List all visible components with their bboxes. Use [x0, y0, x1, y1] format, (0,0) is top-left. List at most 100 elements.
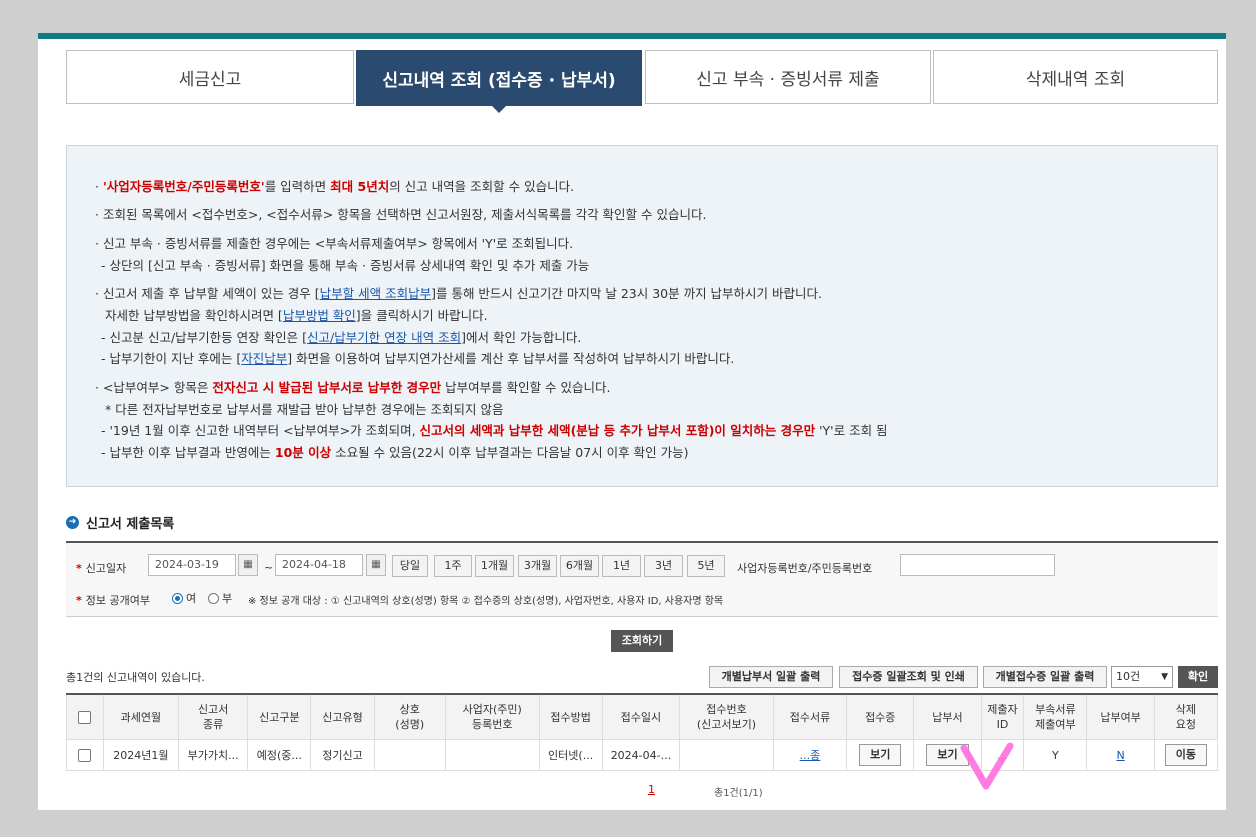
docs-link[interactable]: ...종	[800, 749, 821, 762]
tab-tax-filing[interactable]: 세금신고	[66, 50, 354, 104]
view-receipt-button[interactable]: 보기	[859, 744, 902, 766]
col-header: 제출자 ID	[980, 693, 1025, 740]
print-payment-button[interactable]: 개별납부서 일괄 출력	[709, 666, 833, 688]
section-title: ➜ 신고서 제출목록	[66, 513, 174, 532]
date-separator: ~	[264, 561, 274, 574]
tab-filing-history[interactable]: 신고내역 조회 (접수증 · 납부서)	[356, 50, 642, 113]
period-1y-button[interactable]: 1년	[602, 555, 641, 577]
disclose-yes-option[interactable]: 여	[172, 590, 196, 606]
search-panel: * 신고일자 2024-03-19 ▦ ~ 2024-04-18 ▦ 당일 1주 …	[66, 541, 1218, 617]
col-header: 납부서	[913, 693, 982, 740]
cell-receipt-no[interactable]	[679, 739, 774, 771]
cell-kind: 정기신고	[310, 739, 375, 771]
disclose-note: ※ 정보 공개 대상 : ① 신고내역의 상호(성명) 항목 ② 접수증의 상호…	[248, 596, 724, 607]
notice-line: · <납부여부> 항목은 전자신고 시 발급된 납부서로 납부한 경우만 납부여…	[95, 380, 611, 395]
col-header: 과세연월	[102, 693, 180, 740]
print-receipt-button[interactable]: 접수증 일괄조회 및 인쇄	[839, 666, 978, 688]
link-self-payment[interactable]: 자진납부	[241, 351, 287, 366]
header-checkbox-cell[interactable]	[66, 693, 104, 740]
col-header: 사업자(주민) 등록번호	[444, 693, 540, 740]
cell-paid[interactable]: N	[1086, 739, 1155, 771]
paid-status-link[interactable]: N	[1116, 749, 1124, 762]
cell-payment: 보기	[913, 739, 982, 771]
calendar-icon[interactable]: ▦	[366, 554, 386, 576]
result-count: 총1건의 신고내역이 있습니다.	[66, 671, 205, 684]
delete-move-button[interactable]: 이동	[1164, 744, 1207, 766]
link-extension-history[interactable]: 신고/납부기한 연장 내역 조회	[307, 330, 461, 345]
date-label: * 신고일자	[76, 562, 127, 575]
select-all-checkbox[interactable]	[78, 711, 92, 724]
cell-type: 부가가치...	[178, 739, 249, 771]
bizno-label: 사업자등록번호/주민등록번호	[737, 562, 873, 575]
cell-method: 인터넷(...	[538, 739, 603, 771]
notice-line: · 조회된 목록에서 <접수번호>, <접수서류> 항목을 선택하면 신고서원장…	[95, 207, 707, 222]
period-today-button[interactable]: 당일	[392, 555, 428, 577]
col-header: 신고구분	[247, 693, 312, 740]
disclose-no-option[interactable]: 부	[208, 590, 232, 606]
col-header: 신고유형	[310, 693, 375, 740]
cell-delete: 이동	[1153, 739, 1219, 771]
col-header: 삭제 요청	[1153, 693, 1219, 740]
notice-line: · 신고서 제출 후 납부할 세액이 있는 경우 [납부할 세액 조회납부]를 …	[95, 286, 823, 301]
cell-category: 예정(중...	[247, 739, 312, 771]
period-3m-button[interactable]: 3개월	[518, 555, 557, 577]
notice-line: - 상단의 [신고 부속 · 증빙서류] 화면을 통해 부속 · 증빙서류 상세…	[101, 258, 590, 273]
tab-deleted-history[interactable]: 삭제내역 조회	[933, 50, 1218, 104]
col-header: 신고서 종류	[178, 693, 249, 740]
disclose-label: * 정보 공개여부	[76, 594, 150, 607]
notice-box: · '사업자등록번호/주민등록번호'를 입력하면 최대 5년치의 신고 내역을 …	[66, 145, 1218, 487]
col-header: 접수번호 (신고서보기)	[679, 693, 774, 740]
page-info: 총1건(1/1)	[714, 788, 763, 799]
chevron-down-icon: ▼	[1161, 672, 1168, 682]
period-6m-button[interactable]: 6개월	[560, 555, 599, 577]
cell-datetime: 2024-04-...	[601, 739, 681, 771]
date-from-input[interactable]: 2024-03-19	[148, 554, 236, 576]
cell-period: 2024년1월	[102, 739, 180, 771]
results-table: 과세연월 신고서 종류 신고구분 신고유형 상호 (성명) 사업자(주민) 등록…	[66, 693, 1219, 771]
cell-attach: Y	[1023, 739, 1088, 771]
view-payment-button[interactable]: 보기	[926, 744, 969, 766]
date-to-input[interactable]: 2024-04-18	[275, 554, 363, 576]
notice-line: - 납부한 이후 납부결과 반영에는 10분 이상 소요될 수 있음(22시 이…	[101, 445, 689, 460]
col-header: 상호 (성명)	[373, 693, 446, 740]
cell-name	[373, 739, 446, 771]
notice-line: · 신고 부속 · 증빙서류를 제출한 경우에는 <부속서류제출여부> 항목에서…	[95, 236, 574, 251]
cell-submitter: ...	[980, 739, 1025, 771]
col-header: 접수방법	[538, 693, 603, 740]
bizno-input[interactable]	[900, 554, 1055, 576]
cell-docs[interactable]: ...종	[772, 739, 848, 771]
notice-line: 자세한 납부방법을 확인하시려면 [납부방법 확인]을 클릭하시기 바랍니다.	[105, 308, 488, 323]
page-size-select[interactable]: 10건 ▼	[1111, 666, 1173, 688]
calendar-icon[interactable]: ▦	[238, 554, 258, 576]
tab-attachments[interactable]: 신고 부속 · 증빙서류 제출	[645, 50, 931, 104]
notice-line: - 신고분 신고/납부기한등 연장 확인은 [신고/납부기한 연장 내역 조회]…	[101, 330, 582, 345]
top-accent-bar	[38, 33, 1226, 39]
cell-regno	[444, 739, 540, 771]
row-checkbox[interactable]	[78, 748, 92, 762]
link-payment-method[interactable]: 납부방법 확인	[283, 308, 356, 323]
notice-line: * 다른 전자납부번호로 납부서를 재발급 받아 납부한 경우에는 조회되지 않…	[105, 402, 504, 417]
ok-button[interactable]: 확인	[1178, 666, 1218, 688]
col-header: 납부여부	[1086, 693, 1155, 740]
cell-receipt: 보기	[846, 739, 915, 771]
row-checkbox-cell[interactable]	[66, 739, 104, 771]
print-each-receipt-button[interactable]: 개별접수증 일괄 출력	[983, 666, 1107, 688]
page: 세금신고 신고내역 조회 (접수증 · 납부서) 신고 부속 · 증빙서류 제출…	[38, 33, 1226, 810]
query-button[interactable]: 조회하기	[611, 630, 673, 652]
notice-line: - '19년 1월 이후 신고한 내역부터 <납부여부>가 조회되며, 신고서의…	[101, 423, 888, 438]
period-3y-button[interactable]: 3년	[644, 555, 683, 577]
tab-bar: 세금신고 신고내역 조회 (접수증 · 납부서) 신고 부속 · 증빙서류 제출…	[66, 50, 1218, 113]
col-header: 접수일시	[601, 693, 681, 740]
col-header: 부속서류 제출여부	[1023, 693, 1088, 740]
radio-yes[interactable]	[172, 593, 183, 604]
period-1w-button[interactable]: 1주	[434, 555, 472, 577]
link-tax-payment[interactable]: 납부할 세액 조회납부	[320, 286, 431, 301]
page-number[interactable]: 1	[648, 783, 655, 796]
period-5y-button[interactable]: 5년	[687, 555, 725, 577]
table-header-row: 과세연월 신고서 종류 신고구분 신고유형 상호 (성명) 사업자(주민) 등록…	[66, 693, 1219, 740]
table-row: 2024년1월 부가가치... 예정(중... 정기신고 인터넷(... 202…	[66, 739, 1219, 771]
notice-line: - 납부기한이 지난 후에는 [자진납부] 화면을 이용하여 납부지연가산세를 …	[101, 351, 735, 366]
period-1m-button[interactable]: 1개월	[475, 555, 514, 577]
arrow-circle-icon: ➜	[66, 516, 79, 529]
radio-no[interactable]	[208, 593, 219, 604]
